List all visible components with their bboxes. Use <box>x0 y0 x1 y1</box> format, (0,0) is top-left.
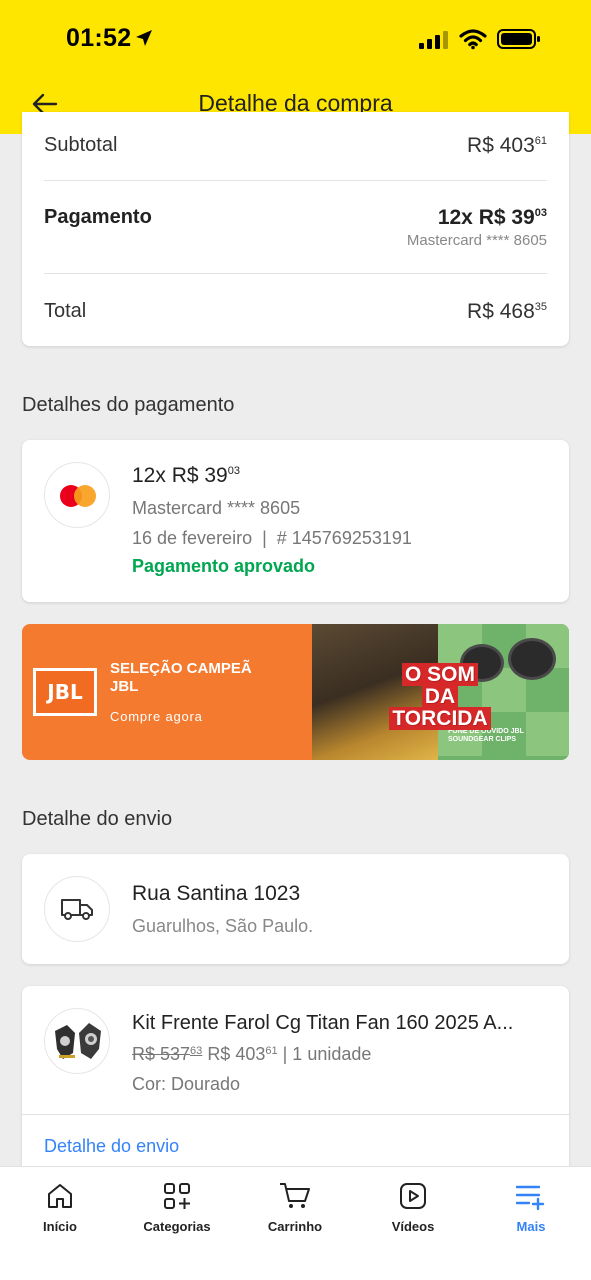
subtotal-value: R$ 40361 <box>467 134 547 157</box>
bottom-tab-bar: Início Categorias Carrinho Vídeos Mais <box>0 1166 591 1280</box>
product-title[interactable]: Kit Frente Farol Cg Titan Fan 160 2025 A… <box>132 1012 552 1035</box>
payment-status: Pagamento aprovado <box>132 556 316 576</box>
status-time: 01:52 <box>66 24 132 52</box>
tab-videos[interactable]: Vídeos <box>358 1179 468 1234</box>
quantity: | 1 unidade <box>282 1044 372 1064</box>
total-row: Total R$ 46835 <box>44 300 547 330</box>
more-icon <box>476 1179 586 1213</box>
shipping-address-card: Rua Santina 1023 Guarulhos, São Paulo. <box>22 854 569 964</box>
divider <box>44 180 547 181</box>
tab-mais[interactable]: Mais <box>476 1179 586 1234</box>
categories-icon <box>122 1179 232 1213</box>
total-label: Total <box>44 300 87 322</box>
shipping-street: Rua Santina 1023 <box>132 882 301 905</box>
payment-card-info: Mastercard **** 8605 <box>132 498 301 518</box>
cart-icon <box>240 1179 350 1213</box>
location-arrow-icon <box>134 28 154 53</box>
cellular-signal-icon <box>419 30 449 55</box>
tab-inicio[interactable]: Início <box>5 1179 115 1234</box>
status-bar: 01:52 <box>0 0 591 80</box>
shipping-city: Guarulhos, São Paulo. <box>132 916 314 936</box>
shipping-detail-link[interactable]: Detalhe do envio <box>44 1136 179 1157</box>
subtotal-row: Subtotal R$ 40361 <box>44 134 547 164</box>
tab-categorias[interactable]: Categorias <box>122 1179 232 1234</box>
payment-detail-card: 12x R$ 3903 Mastercard **** 8605 16 de f… <box>22 440 569 602</box>
payment-date-id: 16 de fevereiro | # 145769253191 <box>132 528 412 548</box>
current-price: R$ 40361 <box>207 1044 278 1064</box>
wifi-icon <box>459 28 487 55</box>
mastercard-icon <box>44 462 110 528</box>
payment-amount: 12x R$ 3903 <box>132 464 240 487</box>
total-value: R$ 46835 <box>467 300 547 323</box>
product-color: Cor: Dourado <box>132 1074 241 1094</box>
battery-icon <box>497 28 541 55</box>
purchased-item-card: Kit Frente Farol Cg Titan Fan 160 2025 A… <box>22 986 569 1166</box>
old-price: R$ 53763 <box>132 1044 203 1064</box>
shipping-details-title: Detalhe do envio <box>22 808 173 830</box>
payment-value: 12x R$ 3903 <box>437 206 547 229</box>
payment-label: Pagamento <box>44 206 152 228</box>
payment-details-title: Detalhes do pagamento <box>22 394 235 416</box>
subtotal-label: Subtotal <box>44 134 118 156</box>
truck-icon <box>44 876 110 942</box>
tab-carrinho[interactable]: Carrinho <box>240 1179 350 1234</box>
product-price: R$ 53763 R$ 40361 | 1 unidade <box>132 1044 371 1065</box>
banner-cta[interactable]: Compre agora <box>110 709 203 724</box>
payment-row: Pagamento 12x R$ 3903 Mastercard **** 86… <box>44 206 547 256</box>
divider <box>22 1114 569 1115</box>
purchase-summary-card: Subtotal R$ 40361 Pagamento 12x R$ 3903 … <box>22 112 569 346</box>
divider <box>44 273 547 274</box>
home-icon <box>5 1179 115 1213</box>
earbud-image <box>508 638 556 680</box>
video-icon <box>358 1179 468 1213</box>
payment-card: Mastercard **** 8605 <box>406 232 547 249</box>
product-image <box>44 1008 110 1074</box>
promo-banner[interactable]: JBL SELEÇÃO CAMPEÃ JBL Compre agora FONE… <box>22 624 569 760</box>
banner-product-text: FONE DE OUVIDO JBL SOUNDGEAR CLIPS <box>448 728 524 743</box>
banner-headline: O SOM DA TORCIDA <box>370 663 510 730</box>
jbl-logo: JBL <box>33 668 97 716</box>
banner-title: SELEÇÃO CAMPEÃ JBL <box>110 660 252 695</box>
